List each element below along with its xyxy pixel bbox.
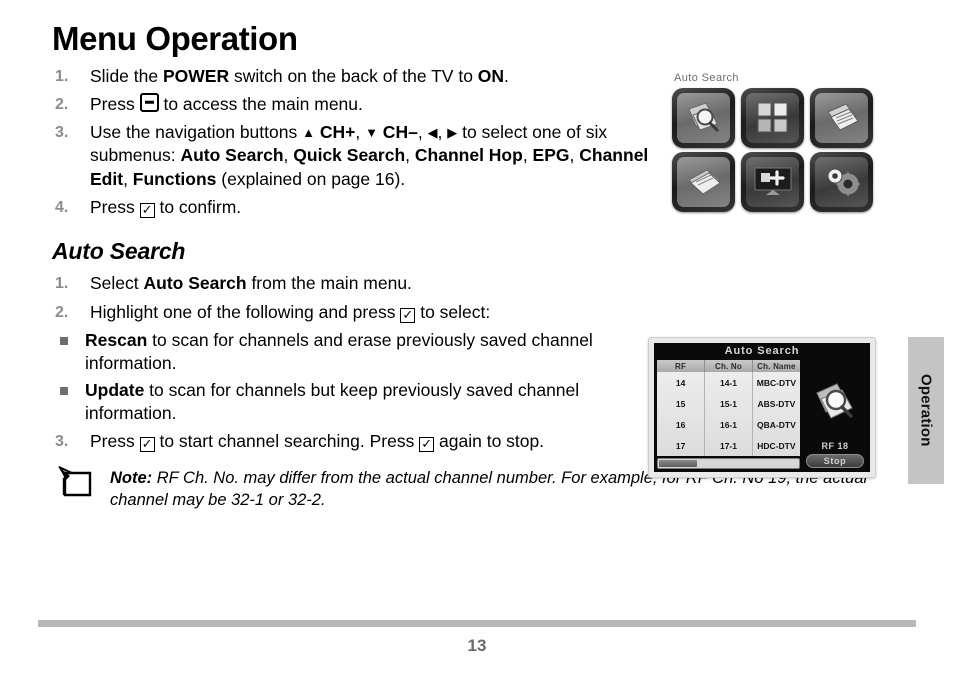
list-item: 2. Press to access the main menu. [55,92,363,114]
step-number: 1. [55,67,69,85]
list-item: 3. Use the navigation buttons ▲ CH+, ▼ CH… [55,122,649,189]
list-item: 2. Highlight one of the following and pre… [55,301,491,323]
tv-channel-panel: RF Ch. No Ch. Name 14 14-1 MBC-DTV 15 15-1 ABS-… [657,360,800,469]
table-row: 14 14-1 MBC-DTV [657,372,800,393]
step-number: 3. [55,124,69,142]
bullet-square-icon [60,336,68,345]
section-heading: Auto Search [52,238,186,265]
table-column-header: Ch. Name [752,360,800,372]
ok-key-icon: ✓ [139,202,155,218]
table-cell: 15-1 [704,393,753,414]
auto-search-bullets: Rescan to scan for channels and erase pr… [52,329,668,425]
scan-progress-bar [657,458,800,469]
list-item: 4. Press ✓ to confirm. [55,196,242,218]
list-item: Rescan to scan for channels and erase pr… [52,329,668,375]
table-row: 16 16-1 QBA-DTV [657,414,800,435]
auto-search-steps-list-bottom: 3. Press ✓ to start channel searching. Pr… [52,430,668,453]
table-cell: HDC-DTV [757,440,796,451]
table-cell: 14 [657,372,706,393]
table-cell: ABS-DTV [757,398,796,409]
stacked-cards-icon [815,93,868,143]
page-title: Menu Operation [52,20,298,57]
tv-screen-body: RF Ch. No Ch. Name 14 14-1 MBC-DTV 15 15-1 ABS-… [654,360,870,472]
tv-status-panel: RF 18 Stop [803,360,867,469]
magnifier-over-pages-icon [811,360,859,441]
main-steps-list: 1. Slide the POWER switch on the back of … [52,65,668,220]
step-number: 2. [55,303,69,321]
list-item: 1. Slide the POWER switch on the back of … [55,65,509,86]
menu-grid-caption: Auto Search [674,72,739,84]
table-header-row: RF Ch. No Ch. Name [657,360,800,372]
magnifier-over-pages-icon [677,93,730,143]
footer-divider [38,620,916,627]
menu-tile-quick-search[interactable] [741,88,804,148]
text-column: Menu Operation 1. Slide the POWER switch … [52,20,867,512]
tv-plus-icon [746,157,799,207]
side-tab-label: Operation [917,374,935,447]
tv-screen: Auto Search RF Ch. No Ch. Name 14 14-1 MBC-D… [654,343,870,472]
table-column-header: Ch. No [704,360,753,372]
menu-tile-auto-search[interactable] [672,88,735,148]
list-item: 3. Press ✓ to start channel searching. Pr… [55,430,545,452]
section-side-tab: Operation [908,337,944,484]
menu-tile-channel-edit[interactable] [741,152,804,212]
menu-tile-channel-hop[interactable] [810,88,873,148]
bullet-square-icon [60,387,68,396]
direction-arrow-icon: ▶ [447,125,458,141]
menu-icon-grid [672,88,884,214]
tv-screenshot-figure: Auto Search RF Ch. No Ch. Name 14 14-1 MBC-D… [648,337,876,478]
direction-arrow-icon: ▼ [365,125,378,141]
ok-key-icon: ✓ [139,436,155,452]
scan-progress-fill [659,460,697,467]
menu-tile-epg[interactable] [672,152,735,212]
manual-page: Menu Operation 1. Slide the POWER switch … [0,0,954,677]
step-number: 1. [55,275,69,293]
four-pane-grid-icon [746,93,799,143]
table-cell: 14-1 [704,372,753,393]
direction-arrow-icon: ▲ [302,125,315,141]
step-number: 4. [55,198,69,216]
table-cell: 15 [657,393,706,414]
gears-icon [815,157,868,207]
table-cell: 16 [657,414,706,435]
auto-search-steps-list-top: 1. Select Auto Search from the main menu.… [52,272,668,324]
direction-arrow-icon: ◀ [427,125,438,141]
menu-key-icon [139,92,159,112]
table-column-header: RF [657,360,706,372]
page-number: 13 [467,636,487,655]
list-item: 1. Select Auto Search from the main menu. [55,273,412,294]
pushpin-note-icon [56,464,98,500]
table-row: 15 15-1 ABS-DTV [657,393,800,414]
table-cell: MBC-DTV [756,377,796,388]
table-row: 17 17-1 HDC-DTV [657,435,800,456]
rf-status-label: RF 18 [821,441,849,451]
table-cell: 17 [657,435,706,456]
note-label: Note: [110,469,153,488]
ok-key-icon: ✓ [400,307,416,323]
ok-key-icon: ✓ [419,436,435,452]
table-cell: 16-1 [704,414,753,435]
table-cell: QBA-DTV [757,419,796,430]
step-number: 2. [55,95,69,113]
calendar-icon [677,157,730,207]
channel-table: RF Ch. No Ch. Name 14 14-1 MBC-DTV 15 15-1 ABS-… [657,360,800,456]
table-cell: 17-1 [704,435,753,456]
menu-tile-functions[interactable] [810,152,873,212]
step-number: 3. [55,432,69,450]
menu-grid-figure: Auto Search [672,72,884,214]
list-item: Update to scan for channels but keep pre… [52,379,668,425]
stop-button[interactable]: Stop [806,454,864,468]
tv-screen-title: Auto Search [724,345,800,357]
